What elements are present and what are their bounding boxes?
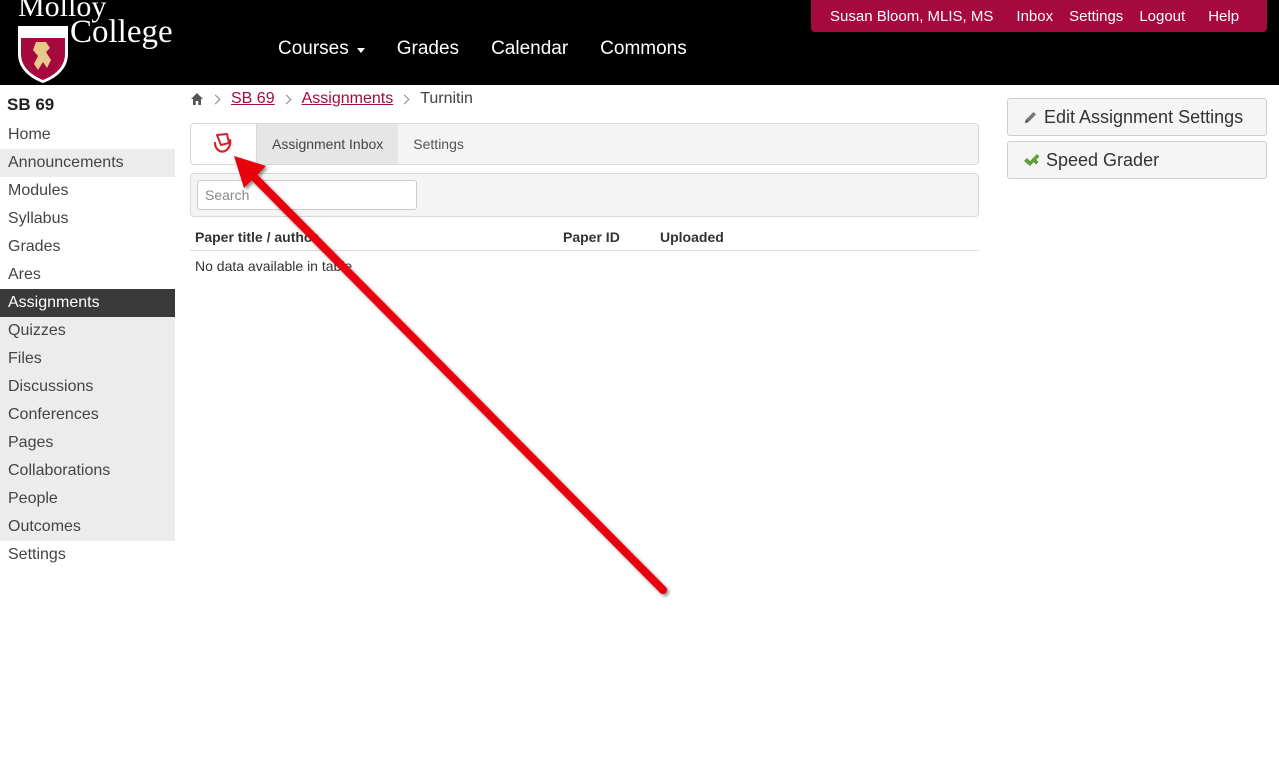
search-bar [190, 173, 979, 217]
tab-settings[interactable]: Settings [398, 124, 479, 164]
table-header: Paper title / author Paper ID Uploaded [190, 226, 979, 251]
column-header-paper-title[interactable]: Paper title / author [195, 229, 318, 245]
edit-assignment-settings-button[interactable]: Edit Assignment Settings [1007, 98, 1267, 136]
column-header-uploaded[interactable]: Uploaded [660, 229, 724, 245]
course-nav: SB 69 Home Announcements Modules Syllabu… [0, 85, 175, 569]
speed-grader-label: Speed Grader [1046, 149, 1160, 170]
breadcrumb-separator [281, 94, 292, 104]
speed-grader-button[interactable]: Speed Grader [1007, 141, 1267, 179]
pencil-icon [1025, 111, 1036, 123]
course-nav-grades[interactable]: Grades [0, 233, 175, 261]
molloy-college-logo[interactable]: Molloy College [14, 0, 174, 85]
breadcrumb-separator [210, 94, 221, 104]
breadcrumb: SB 69 Assignments Turnitin [190, 88, 473, 110]
course-nav-outcomes[interactable]: Outcomes [0, 513, 175, 541]
global-header: Molloy College Courses Grades Calendar C… [0, 0, 1279, 85]
user-name-link[interactable]: Susan Bloom, MLIS, MS [830, 8, 993, 25]
help-link[interactable]: Help [1208, 8, 1239, 25]
course-nav-ares[interactable]: Ares [0, 261, 175, 289]
course-nav-files[interactable]: Files [0, 345, 175, 373]
course-nav-collaborations[interactable]: Collaborations [0, 457, 175, 485]
turnitin-logo-button[interactable] [191, 124, 257, 164]
settings-link[interactable]: Settings [1069, 8, 1123, 25]
nav-grades-label: Grades [396, 38, 460, 59]
course-nav-announcements[interactable]: Announcements [0, 149, 175, 177]
course-nav-settings[interactable]: Settings [0, 541, 175, 569]
nav-courses-label: Courses [278, 38, 349, 59]
college-shield-icon [18, 26, 68, 83]
tab-assignment-inbox[interactable]: Assignment Inbox [257, 124, 399, 164]
logo-wordmark-line2: College [70, 14, 173, 50]
course-nav-modules[interactable]: Modules [0, 177, 175, 205]
course-nav-people[interactable]: People [0, 485, 175, 513]
search-input[interactable] [197, 180, 417, 210]
global-nav: Courses Grades Calendar Commons [262, 38, 703, 60]
breadcrumb-current: Turnitin [420, 90, 473, 107]
column-header-paper-id[interactable]: Paper ID [563, 229, 620, 245]
nav-calendar[interactable]: Calendar [475, 38, 584, 60]
nav-grades[interactable]: Grades [381, 38, 475, 60]
nav-calendar-label: Calendar [491, 38, 569, 59]
breadcrumb-course-link[interactable]: SB 69 [231, 90, 275, 108]
nav-commons-label: Commons [600, 38, 687, 59]
user-bar: Susan Bloom, MLIS, MS Inbox Settings Log… [811, 0, 1267, 32]
course-nav-conferences[interactable]: Conferences [0, 401, 175, 429]
course-title: SB 69 [7, 95, 55, 114]
course-nav-home[interactable]: Home [0, 121, 175, 149]
course-nav-quizzes[interactable]: Quizzes [0, 317, 175, 345]
inbox-link[interactable]: Inbox [1016, 8, 1053, 25]
checkmark-icon [1024, 153, 1040, 166]
logout-link[interactable]: Logout [1139, 8, 1185, 25]
home-icon[interactable] [190, 92, 204, 106]
breadcrumb-separator [399, 94, 410, 104]
nav-commons[interactable]: Commons [584, 38, 703, 60]
edit-assignment-settings-label: Edit Assignment Settings [1044, 106, 1244, 127]
course-nav-assignments[interactable]: Assignments [0, 289, 175, 317]
breadcrumb-assignments-link[interactable]: Assignments [302, 90, 394, 108]
course-nav-pages[interactable]: Pages [0, 429, 175, 457]
course-nav-syllabus[interactable]: Syllabus [0, 205, 175, 233]
turnitin-logo-icon [213, 133, 231, 153]
nav-courses[interactable]: Courses [262, 38, 381, 60]
table-empty-message: No data available in table [195, 258, 353, 274]
course-nav-discussions[interactable]: Discussions [0, 373, 175, 401]
turnitin-tab-bar: Assignment Inbox Settings [190, 123, 979, 165]
caret-down-icon [356, 47, 365, 53]
paper-table: Paper title / author Paper ID Uploaded N… [190, 226, 979, 274]
